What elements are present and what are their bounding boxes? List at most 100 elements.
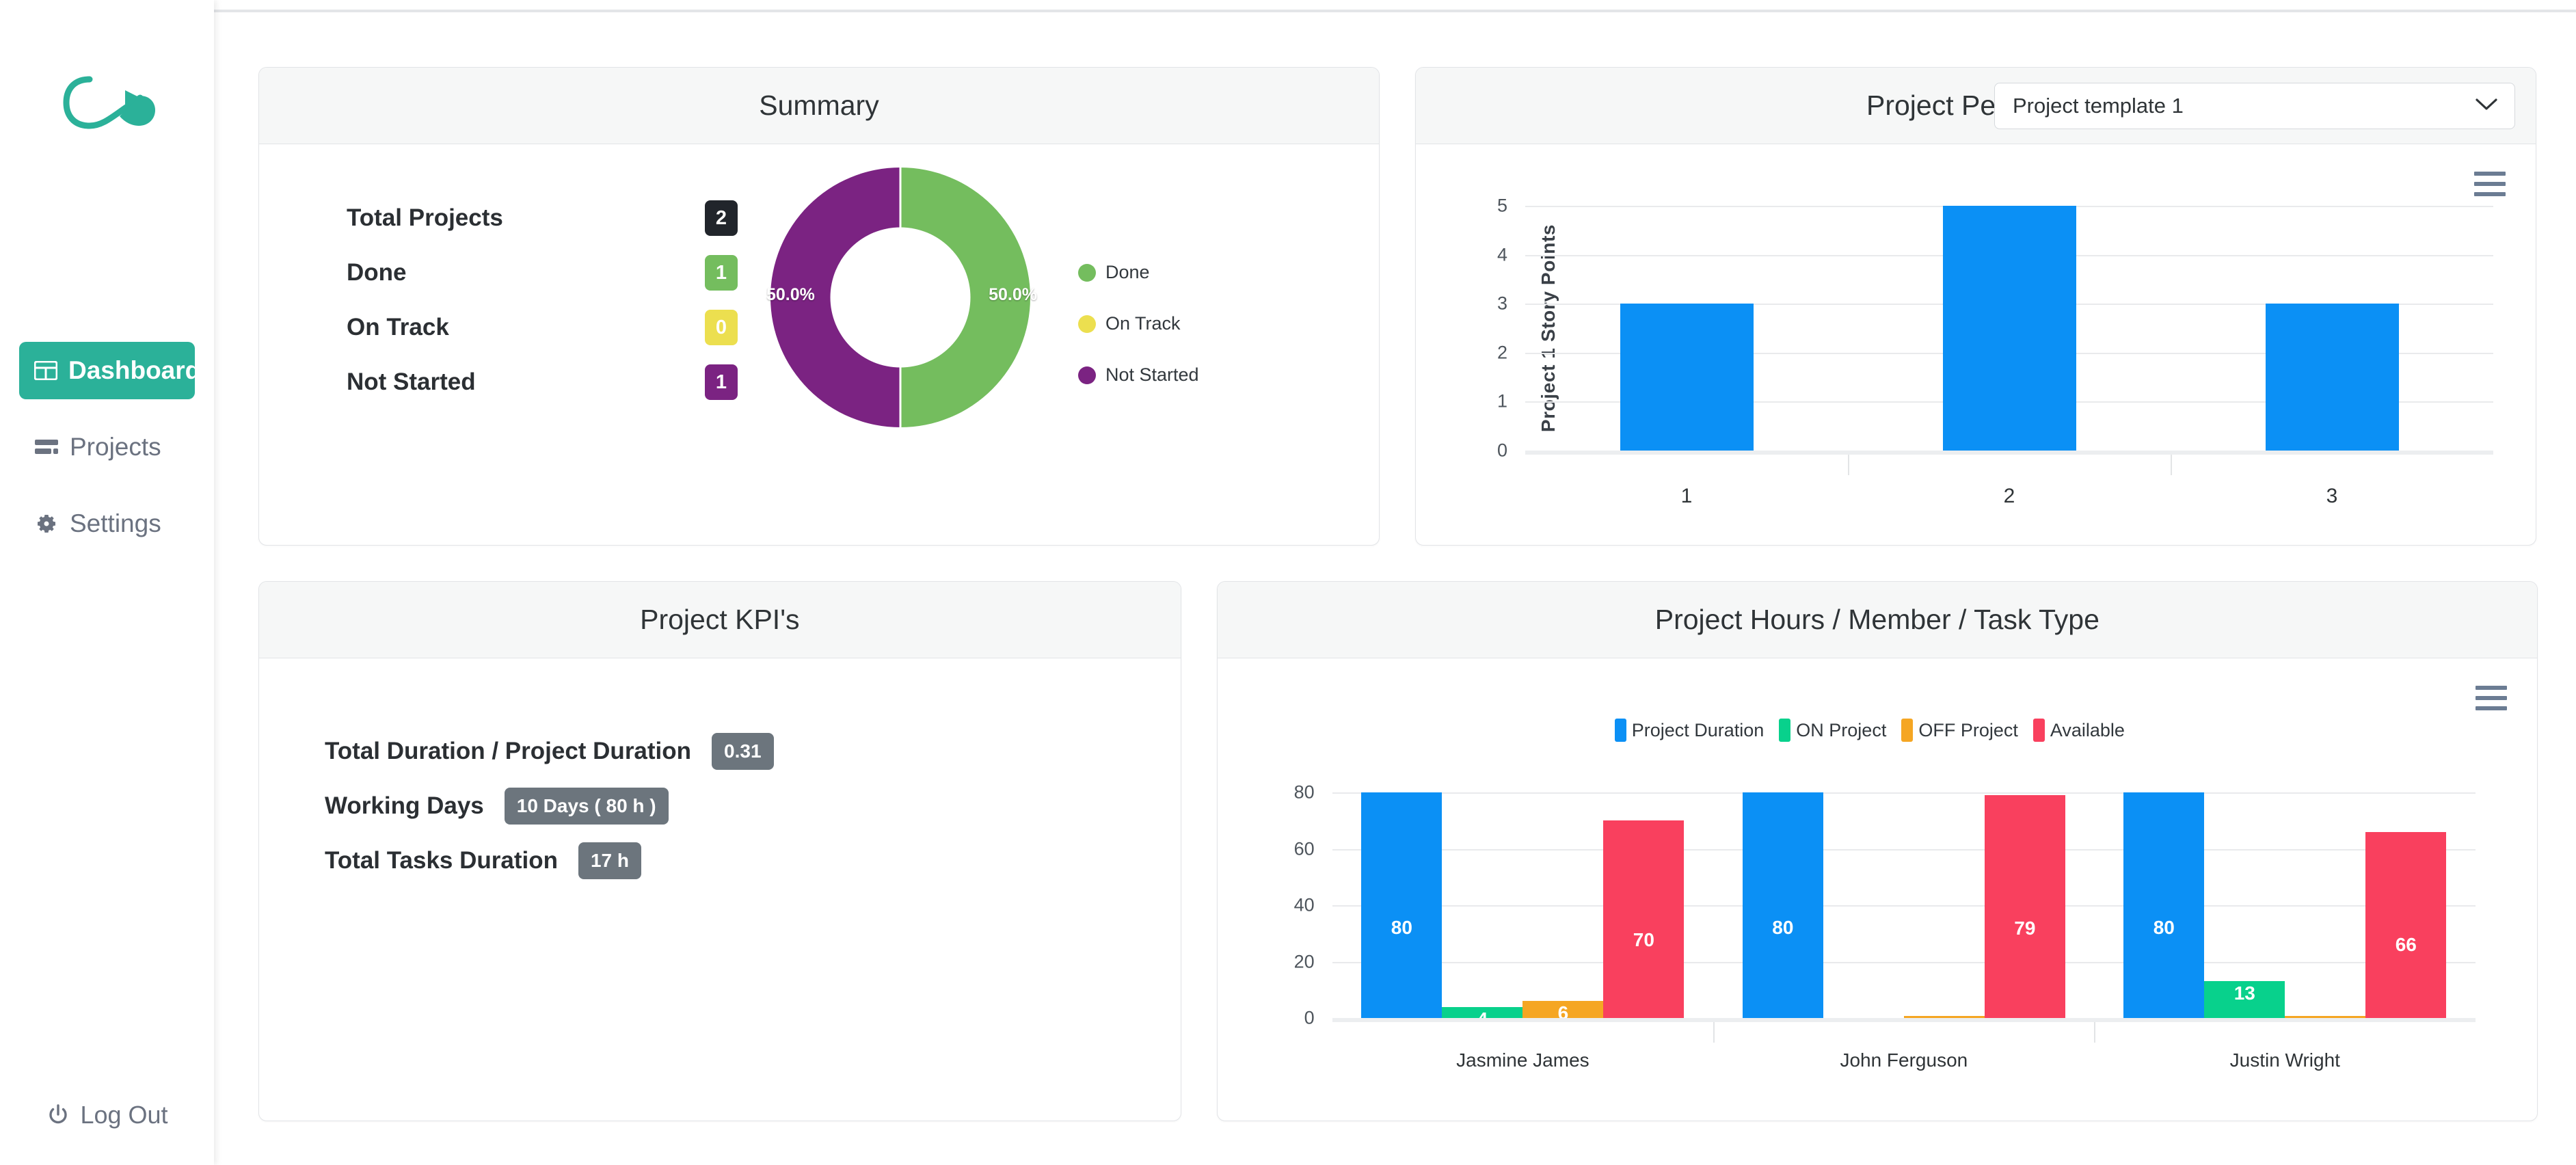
bar-value-label: 79 [2014, 918, 2036, 939]
bar-available[interactable]: 66 [2365, 831, 2447, 1018]
bar-on-project[interactable]: 13 [2204, 981, 2285, 1018]
kpi-row: Total Tasks Duration 17 h [325, 833, 1181, 888]
project-performance-card: Project Performance Project template 1 [1415, 67, 2536, 546]
bar-column [1848, 206, 2171, 451]
bar-project-duration[interactable]: 80 [2123, 792, 2205, 1018]
status-badge: 2 [705, 200, 738, 236]
legend-item[interactable]: OFF Project [1901, 719, 2018, 742]
performance-bars [1525, 206, 2493, 451]
hours-legend: Project Duration ON Project OFF Project [1218, 719, 2537, 742]
list-rows-icon [34, 435, 59, 459]
sidebar-item-projects[interactable]: Projects [19, 418, 195, 476]
legend-swatch-off-project [1901, 719, 1914, 742]
project-template-value: Project template 1 [2013, 94, 2184, 118]
legend-label: Available [2050, 719, 2125, 740]
dashboard-grid: Summary Total Projects 2 Done 1 On Track… [258, 67, 2538, 1121]
y-tick-label: 20 [1293, 951, 1315, 972]
summary-stat-row: On Track 0 [347, 300, 738, 355]
bar-group-jasmine-james: 80 4 6 70 [1332, 792, 1713, 1030]
donut-slice-label-not-started: 50.0% [766, 285, 815, 304]
chevron-down-icon [2475, 98, 2498, 115]
performance-card-body: Project 1 Story Points 5 4 3 2 1 0 1 2 3 [1416, 144, 2536, 545]
legend-label: OFF Project [1918, 719, 2018, 740]
kpi-value-badge: 0.31 [712, 733, 774, 770]
sidebar-item-settings[interactable]: Settings [19, 495, 195, 552]
bar-column [2171, 206, 2493, 451]
y-tick-label: 1 [1497, 390, 1507, 412]
gear-icon [34, 511, 59, 536]
bar-available[interactable]: 70 [1603, 820, 1685, 1018]
bar-value-label: 80 [1391, 916, 1412, 938]
x-axis-labels: 1 2 3 [1525, 485, 2493, 508]
hours-card-body: Project Duration ON Project OFF Project [1218, 658, 2537, 1121]
legend-dot-not-started [1078, 366, 1096, 384]
y-tick-label: 2 [1497, 342, 1507, 363]
power-icon [46, 1103, 70, 1127]
summary-stat-row: Total Projects 2 [347, 191, 738, 245]
app-root: Dashboard Projects Settings Log Out Summ… [0, 0, 2576, 1165]
legend-swatch-available [2032, 719, 2045, 742]
dashboard-grid-icon [34, 358, 57, 383]
y-tick-label: 80 [1293, 781, 1315, 803]
kpi-row: Total Duration / Project Duration 0.31 [325, 724, 1181, 779]
bar-off-project[interactable]: 6 [1522, 1001, 1604, 1023]
sidebar-nav: Dashboard Projects Settings [0, 342, 214, 552]
bar-available[interactable]: 79 [1984, 795, 2065, 1018]
y-tick-label: 4 [1497, 244, 1507, 265]
legend-label: On Track [1105, 313, 1181, 334]
status-badge: 1 [705, 364, 738, 400]
bar-on-project[interactable]: 4 [1442, 1006, 1523, 1030]
summary-stat-label: Done [347, 259, 407, 286]
y-tick-label: 60 [1293, 838, 1315, 859]
bar-project-duration[interactable]: 80 [1361, 792, 1443, 1018]
donut-divider [899, 168, 902, 427]
performance-card-header: Project Performance Project template 1 [1416, 68, 2536, 144]
legend-item[interactable]: Available [2032, 719, 2125, 742]
donut-slice-label-done: 50.0% [989, 285, 1037, 304]
kpi-card-header: Project KPI's [259, 582, 1181, 658]
sidebar-item-dashboard[interactable]: Dashboard [19, 342, 200, 399]
kpi-value-badge: 10 Days ( 80 h ) [504, 788, 669, 825]
y-tick-label: 5 [1497, 195, 1507, 216]
performance-plot-area: Project 1 Story Points 5 4 3 2 1 0 1 2 3 [1497, 196, 2493, 507]
x-tick-label: John Ferguson [1840, 1049, 1968, 1071]
hamburger-menu-icon[interactable] [2474, 172, 2506, 202]
legend-item[interactable]: Done [1078, 247, 1199, 298]
legend-item[interactable]: Project Duration [1614, 719, 1764, 742]
hamburger-menu-icon[interactable] [2476, 686, 2507, 717]
summary-stat-row: Not Started 1 [347, 355, 738, 410]
legend-item[interactable]: Not Started [1078, 349, 1199, 401]
bar-project-duration[interactable]: 80 [1742, 792, 1823, 1018]
bar-1[interactable] [1620, 304, 1754, 451]
legend-label: Not Started [1105, 364, 1199, 385]
legend-dot-on-track [1078, 314, 1096, 333]
summary-stat-row: Done 1 [347, 245, 738, 300]
x-axis-line [1332, 1018, 2476, 1022]
project-hours-card: Project Hours / Member / Task Type Proje… [1216, 581, 2538, 1121]
kpi-title: Project KPI's [640, 604, 800, 635]
logout-label: Log Out [80, 1101, 168, 1129]
status-badge: 0 [705, 310, 738, 345]
main-content: Summary Total Projects 2 Done 1 On Track… [214, 0, 2576, 1165]
legend-label: ON Project [1796, 719, 1887, 740]
logout-button[interactable]: Log Out [0, 1101, 214, 1129]
bar-group-justin-wright: 80 13 66 [2095, 792, 2476, 1018]
sidebar: Dashboard Projects Settings Log Out [0, 0, 214, 1165]
bar-2[interactable] [1942, 206, 2076, 451]
x-axis-labels: Jasmine James John Ferguson Justin Wrigh… [1332, 1049, 2476, 1071]
logo-container [0, 0, 214, 205]
summary-donut-chart[interactable]: 50.0% 50.0% [766, 168, 1037, 427]
bar-value-label: 13 [2233, 982, 2255, 1004]
x-axis-line [1525, 451, 2493, 455]
summary-stat-label: On Track [347, 314, 449, 340]
legend-label: Done [1105, 262, 1150, 282]
top-divider [214, 10, 2576, 12]
summary-card-body: Total Projects 2 Done 1 On Track 0 Not S… [259, 144, 1379, 545]
bar-value-label: 80 [2153, 916, 2175, 938]
legend-item[interactable]: ON Project [1779, 719, 1886, 742]
summary-stat-label: Total Projects [347, 204, 503, 231]
y-tick-label: 3 [1497, 293, 1507, 314]
legend-item[interactable]: On Track [1078, 298, 1199, 349]
bar-3[interactable] [2265, 304, 2399, 451]
project-template-select[interactable]: Project template 1 [1994, 83, 2515, 129]
